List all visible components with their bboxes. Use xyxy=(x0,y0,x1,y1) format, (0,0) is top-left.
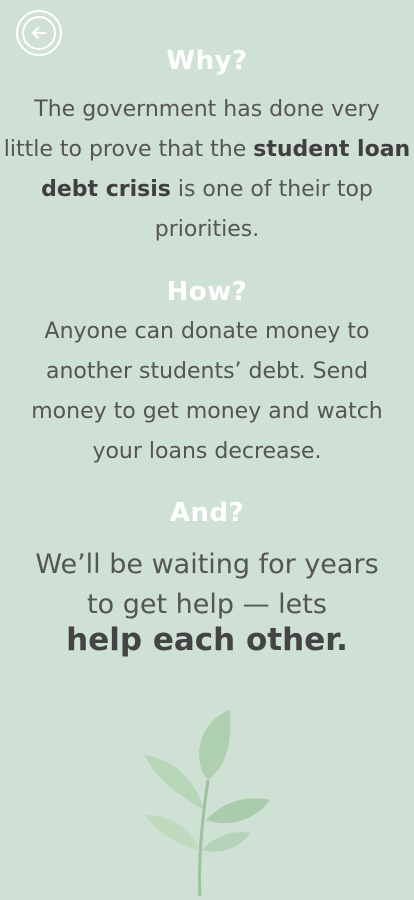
how-heading: How? xyxy=(166,277,248,307)
why-line-3-text: is one of their top xyxy=(170,177,373,202)
why-body: The government has done very little to p… xyxy=(0,90,414,250)
how-line-3: money to get money and watch xyxy=(31,399,383,424)
leaf-plant-icon xyxy=(120,700,280,897)
why-line-3-bold: debt crisis xyxy=(41,177,171,202)
why-line-2-text: little to prove that the xyxy=(3,137,254,162)
and-heading: And? xyxy=(169,498,245,528)
and-line-3: help each other. xyxy=(66,622,348,658)
why-line-2: little to prove that the student loan xyxy=(0,130,414,170)
why-line-1: The government has done very xyxy=(34,97,380,122)
why-line-2-bold: student loan xyxy=(253,137,411,162)
how-line-1: Anyone can donate money to xyxy=(44,319,370,344)
why-line-4: priorities. xyxy=(154,217,260,242)
why-line-3: debt crisis is one of their top xyxy=(0,170,414,210)
why-heading: Why? xyxy=(166,46,248,76)
and-line-1: We’ll be waiting for years xyxy=(35,549,379,580)
how-line-4: your loans decrease. xyxy=(92,439,322,464)
and-line-2: to get help — lets xyxy=(87,589,327,620)
how-line-2: another students’ debt. Send xyxy=(45,359,369,384)
arrow-left-circle-icon xyxy=(22,16,56,50)
how-body: Anyone can donate money to another stude… xyxy=(0,312,414,472)
